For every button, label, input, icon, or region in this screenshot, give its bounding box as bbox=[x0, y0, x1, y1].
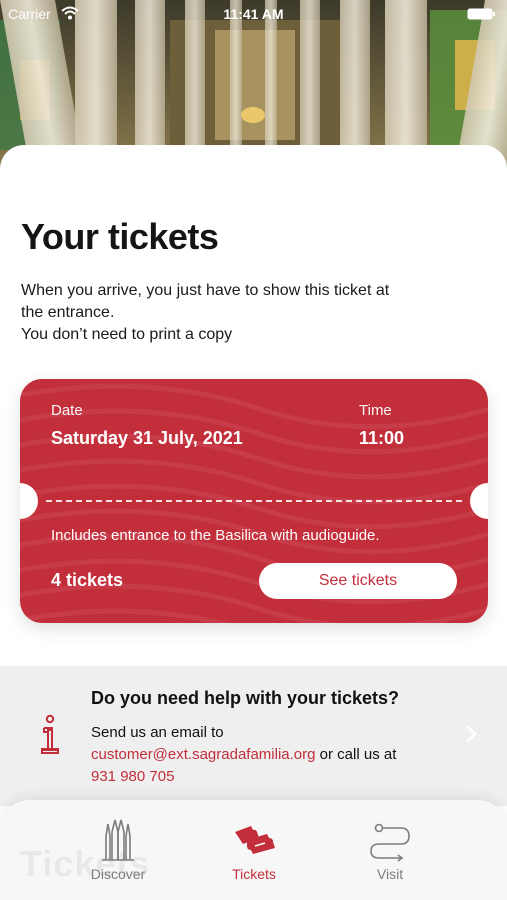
help-line: 931 980 705 bbox=[91, 766, 451, 788]
see-tickets-button[interactable]: See tickets bbox=[259, 563, 457, 599]
status-bar: Carrier 11:41 AM bbox=[0, 0, 507, 28]
ticket-count: 4 tickets bbox=[51, 570, 124, 590]
page-title: Your tickets bbox=[21, 216, 219, 257]
intro-line: When you arrive, you just have to show t… bbox=[21, 282, 390, 299]
date-value: Saturday 31 July, 2021 bbox=[51, 428, 243, 448]
tab-label: Discover bbox=[90, 866, 146, 882]
tab-label: Visit bbox=[376, 866, 404, 882]
route-icon bbox=[370, 823, 410, 862]
intro-text: When you arrive, you just have to show t… bbox=[21, 280, 421, 346]
help-section[interactable]: Do you need help with your tickets? Send… bbox=[0, 666, 507, 806]
info-icon bbox=[41, 714, 59, 754]
tab-tickets[interactable]: Tickets bbox=[199, 818, 309, 888]
help-line: Send us an email to bbox=[91, 724, 224, 741]
intro-line: the entrance. bbox=[21, 304, 115, 321]
intro-line: You don’t need to print a copy bbox=[21, 326, 233, 343]
time-label: Time bbox=[359, 402, 392, 419]
tab-visit[interactable]: Visit bbox=[335, 818, 445, 888]
tab-label: Tickets bbox=[232, 866, 276, 882]
basilica-icon bbox=[102, 819, 134, 861]
chevron-right-icon[interactable] bbox=[465, 724, 477, 744]
or-call-text: or call us at bbox=[315, 746, 397, 763]
battery-icon bbox=[467, 8, 495, 20]
ticket-perforation bbox=[46, 500, 462, 502]
help-text: Send us an email to customer@ext.sagrada… bbox=[91, 722, 451, 788]
status-time: 11:41 AM bbox=[223, 6, 284, 22]
tab-discover[interactable]: Discover bbox=[63, 818, 173, 888]
ticket-includes: Includes entrance to the Basilica with a… bbox=[51, 527, 380, 544]
email-link[interactable]: customer@ext.sagradafamilia.org bbox=[91, 746, 316, 763]
ticket-card[interactable]: Date Saturday 31 July, 2021 Time 11:00 I… bbox=[20, 379, 488, 623]
phone-link[interactable]: 931 980 705 bbox=[91, 768, 174, 785]
date-label: Date bbox=[51, 402, 83, 419]
tickets-icon bbox=[235, 826, 275, 854]
help-title: Do you need help with your tickets? bbox=[91, 688, 400, 708]
help-line: customer@ext.sagradafamilia.org or call … bbox=[91, 744, 451, 766]
time-value: 11:00 bbox=[359, 428, 405, 448]
